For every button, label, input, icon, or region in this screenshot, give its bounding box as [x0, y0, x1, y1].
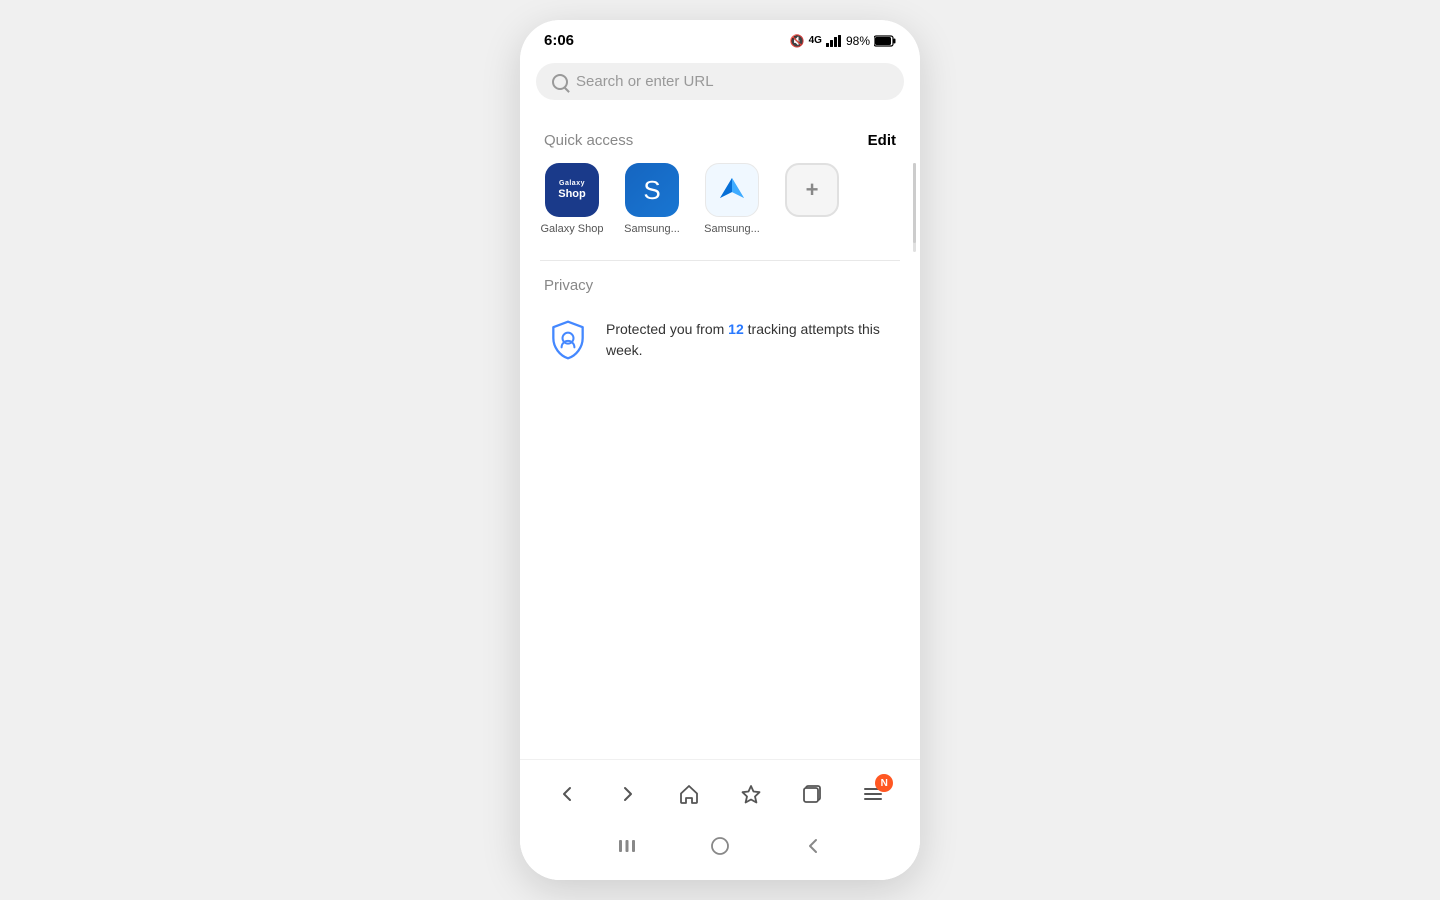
- scroll-indicator: [913, 163, 916, 252]
- samsung-s-icon: S: [625, 163, 679, 217]
- tabs-button[interactable]: [794, 776, 830, 812]
- system-back-button[interactable]: [797, 830, 829, 862]
- privacy-tracking-count: 12: [728, 321, 744, 337]
- bookmark-button[interactable]: [733, 776, 769, 812]
- main-content: Quick access Edit Galaxy Shop Galaxy Sho…: [520, 112, 920, 759]
- edit-button[interactable]: Edit: [868, 132, 896, 149]
- shield-icon-container: [544, 316, 592, 364]
- divider: [540, 260, 900, 261]
- privacy-section: Privacy Protected you from 12 tracking a…: [520, 277, 920, 372]
- status-time: 6:06: [544, 32, 574, 49]
- browser-nav: N: [520, 770, 920, 822]
- search-bar-container: Search or enter URL: [520, 57, 920, 112]
- status-icons: 🔇 4G 98%: [790, 34, 896, 48]
- search-placeholder: Search or enter URL: [576, 73, 714, 90]
- signal-4g-icon: 4G: [809, 35, 822, 46]
- mute-icon: 🔇: [790, 34, 805, 48]
- samsung-arrow-label: Samsung...: [704, 223, 760, 236]
- privacy-text: Protected you from 12 tracking attempts …: [606, 319, 896, 361]
- phone-frame: 6:06 🔇 4G 98%: [520, 20, 920, 880]
- recent-apps-button[interactable]: [611, 830, 643, 862]
- shield-icon: [546, 318, 590, 362]
- bottom-nav: N: [520, 759, 920, 880]
- forward-button[interactable]: [610, 776, 646, 812]
- system-nav: [520, 822, 920, 874]
- system-home-button[interactable]: [704, 830, 736, 862]
- search-bar[interactable]: Search or enter URL: [536, 63, 904, 100]
- quick-access-header: Quick access Edit: [520, 122, 920, 163]
- privacy-card: Protected you from 12 tracking attempts …: [544, 308, 896, 372]
- menu-badge: N: [875, 774, 893, 792]
- menu-button[interactable]: N: [855, 776, 891, 812]
- quick-access-samsung-s[interactable]: S Samsung...: [616, 163, 688, 236]
- quick-access-title: Quick access: [544, 132, 633, 149]
- quick-access-samsung-arrow[interactable]: Samsung...: [696, 163, 768, 236]
- quick-access-add[interactable]: +: [776, 163, 848, 223]
- status-bar: 6:06 🔇 4G 98%: [520, 20, 920, 57]
- search-icon: [552, 74, 568, 90]
- battery-text: 98%: [846, 34, 870, 48]
- back-button[interactable]: [549, 776, 585, 812]
- privacy-message-part1: Protected you from: [606, 321, 728, 337]
- add-icon: +: [785, 163, 839, 217]
- galaxy-shop-icon: Galaxy Shop: [545, 163, 599, 217]
- signal-bars-icon: [826, 35, 842, 47]
- samsung-arrow-icon: [705, 163, 759, 217]
- privacy-title: Privacy: [544, 277, 896, 294]
- samsung-s-label: Samsung...: [624, 223, 680, 236]
- scroll-thumb: [913, 163, 916, 243]
- battery-icon: [874, 35, 896, 47]
- quick-access-row: Galaxy Shop Galaxy Shop S Samsung...: [520, 163, 920, 252]
- quick-access-galaxy-shop[interactable]: Galaxy Shop Galaxy Shop: [536, 163, 608, 236]
- home-button[interactable]: [671, 776, 707, 812]
- galaxy-shop-label: Galaxy Shop: [541, 223, 604, 236]
